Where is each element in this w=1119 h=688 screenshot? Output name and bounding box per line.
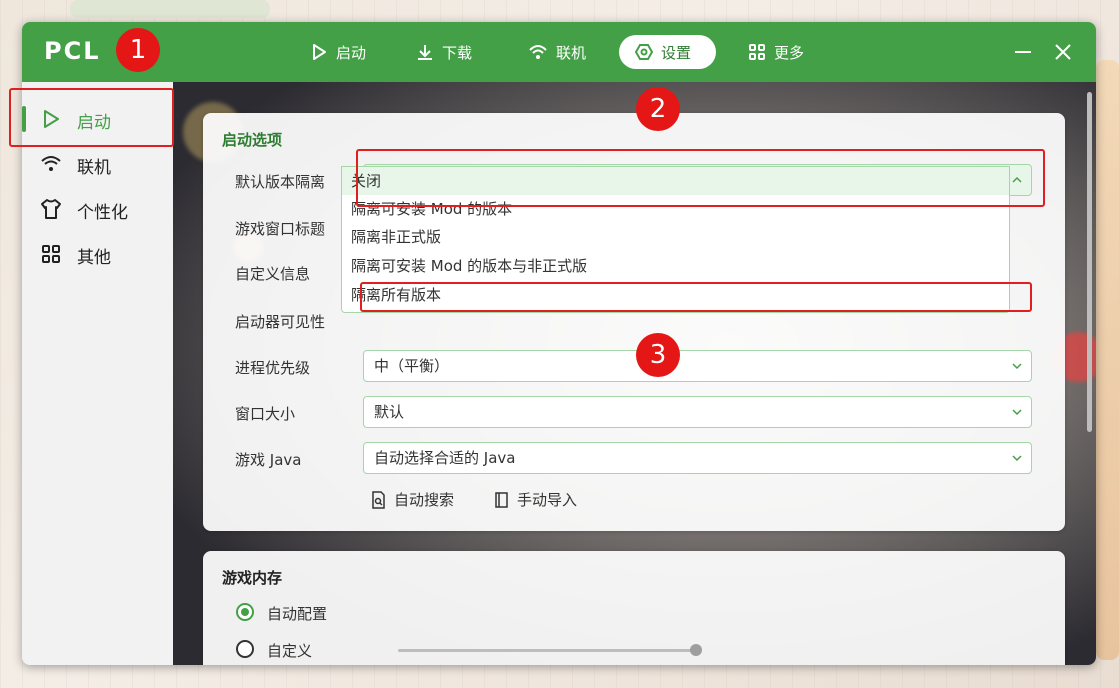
- book-icon: [495, 491, 508, 508]
- wallpaper-panel: [70, 0, 270, 18]
- highlight-box-option: [360, 282, 1032, 312]
- annotation-badge-1: 1: [116, 28, 160, 72]
- sidebar-item-label: 联机: [77, 158, 111, 178]
- nav-settings[interactable]: 设置: [619, 35, 716, 69]
- process-priority-label: 进程优先级: [235, 359, 311, 377]
- nav-multiplayer[interactable]: 联机: [512, 35, 602, 69]
- highlight-box-select: [356, 149, 1045, 207]
- nav-launch-label: 启动: [336, 43, 367, 62]
- custom-info-label: 自定义信息: [235, 265, 311, 283]
- chevron-down-icon: [1012, 409, 1022, 416]
- close-icon[interactable]: [1051, 40, 1075, 64]
- manual-import-label: 手动导入: [517, 491, 578, 509]
- launch-options-title: 启动选项: [222, 131, 283, 149]
- game-memory-title: 游戏内存: [222, 569, 283, 587]
- grid-icon: [42, 245, 60, 263]
- chevron-down-icon: [1012, 363, 1022, 370]
- game-java-value: 自动选择合适的 Java: [374, 449, 516, 467]
- wallpaper-figure: [1096, 60, 1119, 660]
- dropdown-option[interactable]: 隔离可安装 Mod 的版本与非正式版: [342, 252, 1009, 280]
- settings-icon: [635, 44, 653, 60]
- nav-launch[interactable]: 启动: [294, 35, 382, 69]
- window-title-label: 游戏窗口标题: [235, 220, 326, 238]
- auto-search-label: 自动搜索: [394, 491, 455, 509]
- sidebar-item-other[interactable]: 其他: [22, 234, 173, 274]
- app-window: PCL 启动 下载 联机 设置 更多 启动 联机 个性化 其他 启动选项 默认版…: [22, 22, 1096, 665]
- manual-import-button[interactable]: 手动导入: [493, 489, 577, 510]
- nav-download-label: 下载: [442, 43, 473, 62]
- wifi-icon: [41, 156, 61, 171]
- sidebar-item-label: 其他: [77, 248, 111, 268]
- sidebar: 启动 联机 个性化 其他: [22, 82, 173, 665]
- custom-radio[interactable]: [236, 640, 254, 658]
- process-priority-value: 中（平衡）: [374, 357, 450, 375]
- custom-label: 自定义: [267, 642, 313, 660]
- nav-more[interactable]: 更多: [732, 35, 820, 69]
- chevron-down-icon: [1012, 455, 1022, 462]
- grid-icon: [749, 44, 765, 60]
- game-java-select[interactable]: 自动选择合适的 Java: [363, 442, 1032, 474]
- window-size-label: 窗口大小: [235, 405, 296, 423]
- highlight-box-sidebar: [9, 88, 174, 147]
- game-memory-card: 游戏内存 自动配置 自定义: [203, 551, 1065, 665]
- play-icon: [313, 44, 326, 60]
- sidebar-item-label: 个性化: [77, 203, 128, 223]
- game-java-label: 游戏 Java: [235, 451, 302, 469]
- nav-multiplayer-label: 联机: [556, 43, 587, 62]
- memory-slider-thumb[interactable]: [690, 644, 702, 656]
- auto-search-button[interactable]: 自动搜索: [370, 489, 454, 510]
- minimize-icon[interactable]: [1011, 40, 1035, 64]
- nav-download[interactable]: 下载: [400, 35, 488, 69]
- annotation-badge-2: 2: [636, 87, 680, 131]
- window-size-select[interactable]: 默认: [363, 396, 1032, 428]
- version-isolation-label: 默认版本隔离: [235, 173, 326, 191]
- annotation-badge-3: 3: [636, 333, 680, 377]
- tshirt-icon: [41, 199, 61, 219]
- window-size-value: 默认: [374, 403, 405, 421]
- scrollbar[interactable]: [1087, 92, 1092, 432]
- auto-config-radio[interactable]: [236, 603, 254, 621]
- launcher-visibility-label: 启动器可见性: [235, 313, 326, 331]
- auto-config-label: 自动配置: [267, 605, 328, 623]
- download-icon: [418, 45, 432, 60]
- process-priority-select[interactable]: 中（平衡）: [363, 350, 1032, 382]
- dropdown-option[interactable]: 隔离非正式版: [342, 223, 1009, 251]
- sidebar-item-multiplayer[interactable]: 联机: [22, 144, 173, 184]
- title-bar: PCL 启动 下载 联机 设置 更多: [22, 22, 1096, 82]
- search-file-icon: [372, 490, 385, 509]
- memory-slider-track[interactable]: [398, 649, 696, 652]
- app-logo: PCL: [44, 37, 101, 65]
- sidebar-item-personalize[interactable]: 个性化: [22, 189, 173, 229]
- nav-settings-label: 设置: [661, 43, 692, 62]
- wifi-icon: [529, 45, 547, 59]
- nav-more-label: 更多: [774, 43, 805, 62]
